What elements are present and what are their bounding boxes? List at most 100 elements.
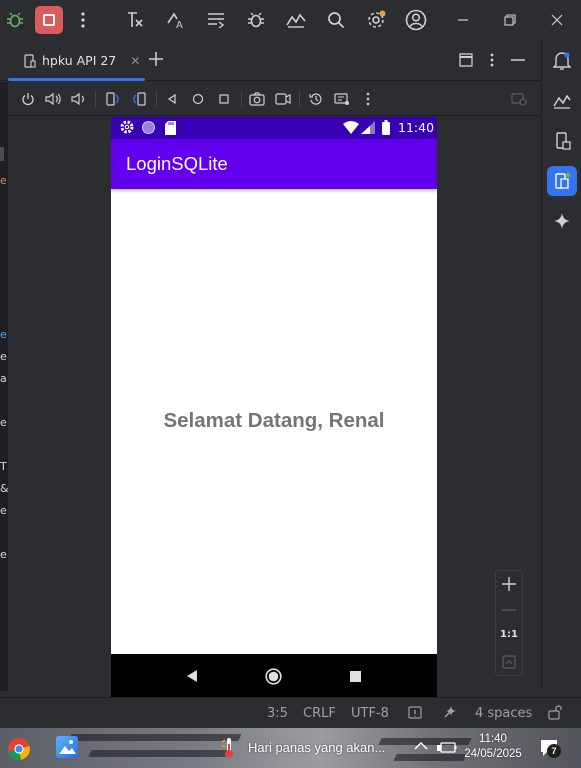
device-tab-label: hpku API 27 — [42, 53, 117, 68]
emulator-toolbar — [0, 82, 541, 116]
zoom-out-icon[interactable] — [502, 609, 516, 611]
cursor-position[interactable]: 3:5 — [267, 706, 288, 721]
notifications-bell-icon[interactable] — [550, 49, 574, 73]
settings-gear-icon[interactable] — [364, 8, 388, 32]
options-more-icon[interactable] — [490, 53, 494, 67]
title-bar: A — [0, 0, 581, 40]
close-tab-icon[interactable]: ✕ — [130, 54, 140, 68]
windows-taskbar: Hari panas yang akan... 11:40 24/05/2025… — [0, 728, 581, 768]
stop-button[interactable] — [35, 6, 63, 34]
gutter-glyph: e — [0, 548, 7, 561]
account-icon[interactable] — [404, 8, 428, 32]
add-device-icon[interactable] — [148, 51, 164, 67]
wifi-icon — [343, 121, 359, 134]
weather-thermometer-icon — [222, 737, 236, 759]
overview-square-icon[interactable] — [215, 90, 233, 108]
actual-size-button[interactable]: 1:1 — [496, 629, 522, 640]
notification-count-badge: 7 — [547, 744, 561, 758]
app-notification-icon — [142, 121, 155, 134]
photos-app-icon[interactable] — [56, 736, 78, 758]
zoom-in-icon[interactable] — [502, 577, 516, 591]
ide-status-bar: 3:5 CRLF UTF-8 4 spaces — [0, 697, 581, 728]
device-mirroring-icon[interactable] — [333, 90, 351, 108]
app-quality-insights-icon[interactable] — [550, 89, 574, 113]
indent-setting[interactable]: 4 spaces — [475, 706, 532, 721]
attach-debugger-icon[interactable] — [244, 8, 268, 32]
running-devices-button[interactable] — [547, 166, 577, 196]
ai-assistant-icon[interactable] — [441, 705, 457, 721]
back-triangle-icon[interactable] — [163, 90, 181, 108]
fit-screen-icon[interactable] — [502, 655, 516, 669]
logcat-icon[interactable] — [204, 8, 228, 32]
gutter-glyph: e — [0, 328, 7, 341]
welcome-message: Selamat Datang, Renal — [163, 409, 385, 432]
android-navigation-bar — [111, 654, 437, 698]
restore-window-icon[interactable] — [498, 8, 522, 32]
toolbar-separator — [299, 91, 300, 107]
debug-bug-icon[interactable] — [3, 8, 27, 32]
apply-code-changes-icon[interactable]: A — [164, 8, 188, 32]
gutter-glyph: T — [0, 460, 7, 473]
settings-notification-icon — [120, 120, 134, 134]
running-devices-icon — [555, 172, 571, 189]
lock-icon[interactable] — [548, 705, 562, 720]
screenshot-camera-icon[interactable] — [248, 90, 266, 108]
sd-card-icon — [165, 121, 176, 135]
emulator-screen[interactable]: 11:40 LoginSQLite Selamat Datang, Renal — [111, 117, 437, 698]
power-icon[interactable] — [19, 90, 37, 108]
network-battery-icon[interactable] — [437, 740, 457, 754]
volume-up-icon[interactable] — [44, 90, 62, 108]
wallpaper-keyboard-detail — [88, 750, 232, 757]
toolbar-separator — [156, 91, 157, 107]
home-circle-icon[interactable] — [189, 90, 207, 108]
taskbar-clock[interactable]: 11:40 24/05/2025 — [464, 732, 522, 762]
battery-icon — [382, 120, 390, 135]
gutter-marker — [0, 147, 4, 161]
emulator-more-icon[interactable] — [359, 90, 377, 108]
layout-options-icon[interactable] — [459, 53, 473, 67]
notification-center-icon[interactable]: 7 — [539, 738, 561, 758]
snapshot-restore-icon[interactable] — [307, 90, 325, 108]
read-only-toggle-icon[interactable] — [408, 706, 422, 720]
wallpaper-keyboard-detail — [393, 754, 467, 761]
gutter-glyph: e — [0, 504, 7, 517]
volume-down-icon[interactable] — [69, 90, 87, 108]
show-hidden-icons-chevron-icon[interactable] — [414, 741, 428, 751]
cell-signal-icon — [361, 121, 375, 134]
nav-home-button[interactable] — [265, 668, 282, 685]
gutter-glyph: e — [0, 174, 7, 187]
gutter-glyph: a — [0, 372, 7, 385]
wallpaper-keyboard-detail — [68, 734, 242, 741]
file-encoding[interactable]: UTF-8 — [351, 706, 389, 721]
minimize-window-icon[interactable] — [451, 8, 475, 32]
more-vertical-icon[interactable] — [71, 8, 95, 32]
gutter-glyph: e — [0, 350, 7, 363]
editor-gutter: e e e a e T & e e — [0, 82, 9, 691]
chrome-icon[interactable] — [7, 737, 31, 761]
device-tab[interactable]: hpku API 27 ✕ — [8, 40, 145, 81]
right-tool-stripe — [541, 40, 581, 691]
weather-widget-text[interactable]: Hari panas yang akan... — [248, 740, 385, 755]
rotate-right-icon[interactable] — [130, 90, 148, 108]
apply-changes-icon[interactable] — [124, 8, 148, 32]
rotate-left-icon[interactable] — [104, 90, 122, 108]
app-toolbar: LoginSQLite — [111, 139, 437, 189]
screen-record-icon[interactable] — [274, 90, 292, 108]
profiler-icon[interactable] — [284, 8, 308, 32]
device-manager-icon[interactable] — [550, 129, 574, 153]
hide-tool-window-icon[interactable] — [511, 59, 525, 61]
search-icon[interactable] — [324, 8, 348, 32]
toolbar-separator — [241, 91, 242, 107]
svg-text:A: A — [176, 20, 183, 29]
stop-icon — [43, 14, 55, 26]
extended-controls-icon[interactable] — [510, 90, 528, 108]
nav-back-button[interactable] — [186, 670, 198, 682]
android-status-bar: 11:40 — [111, 117, 437, 139]
close-window-icon[interactable] — [545, 8, 569, 32]
nav-overview-button[interactable] — [350, 671, 361, 682]
clock-time: 11:40 — [479, 733, 507, 745]
gutter-glyph: e — [0, 416, 7, 429]
line-separator[interactable]: CRLF — [303, 706, 336, 721]
gemini-sparkle-icon[interactable] — [550, 209, 574, 233]
zoom-controls: 1:1 — [495, 570, 523, 676]
